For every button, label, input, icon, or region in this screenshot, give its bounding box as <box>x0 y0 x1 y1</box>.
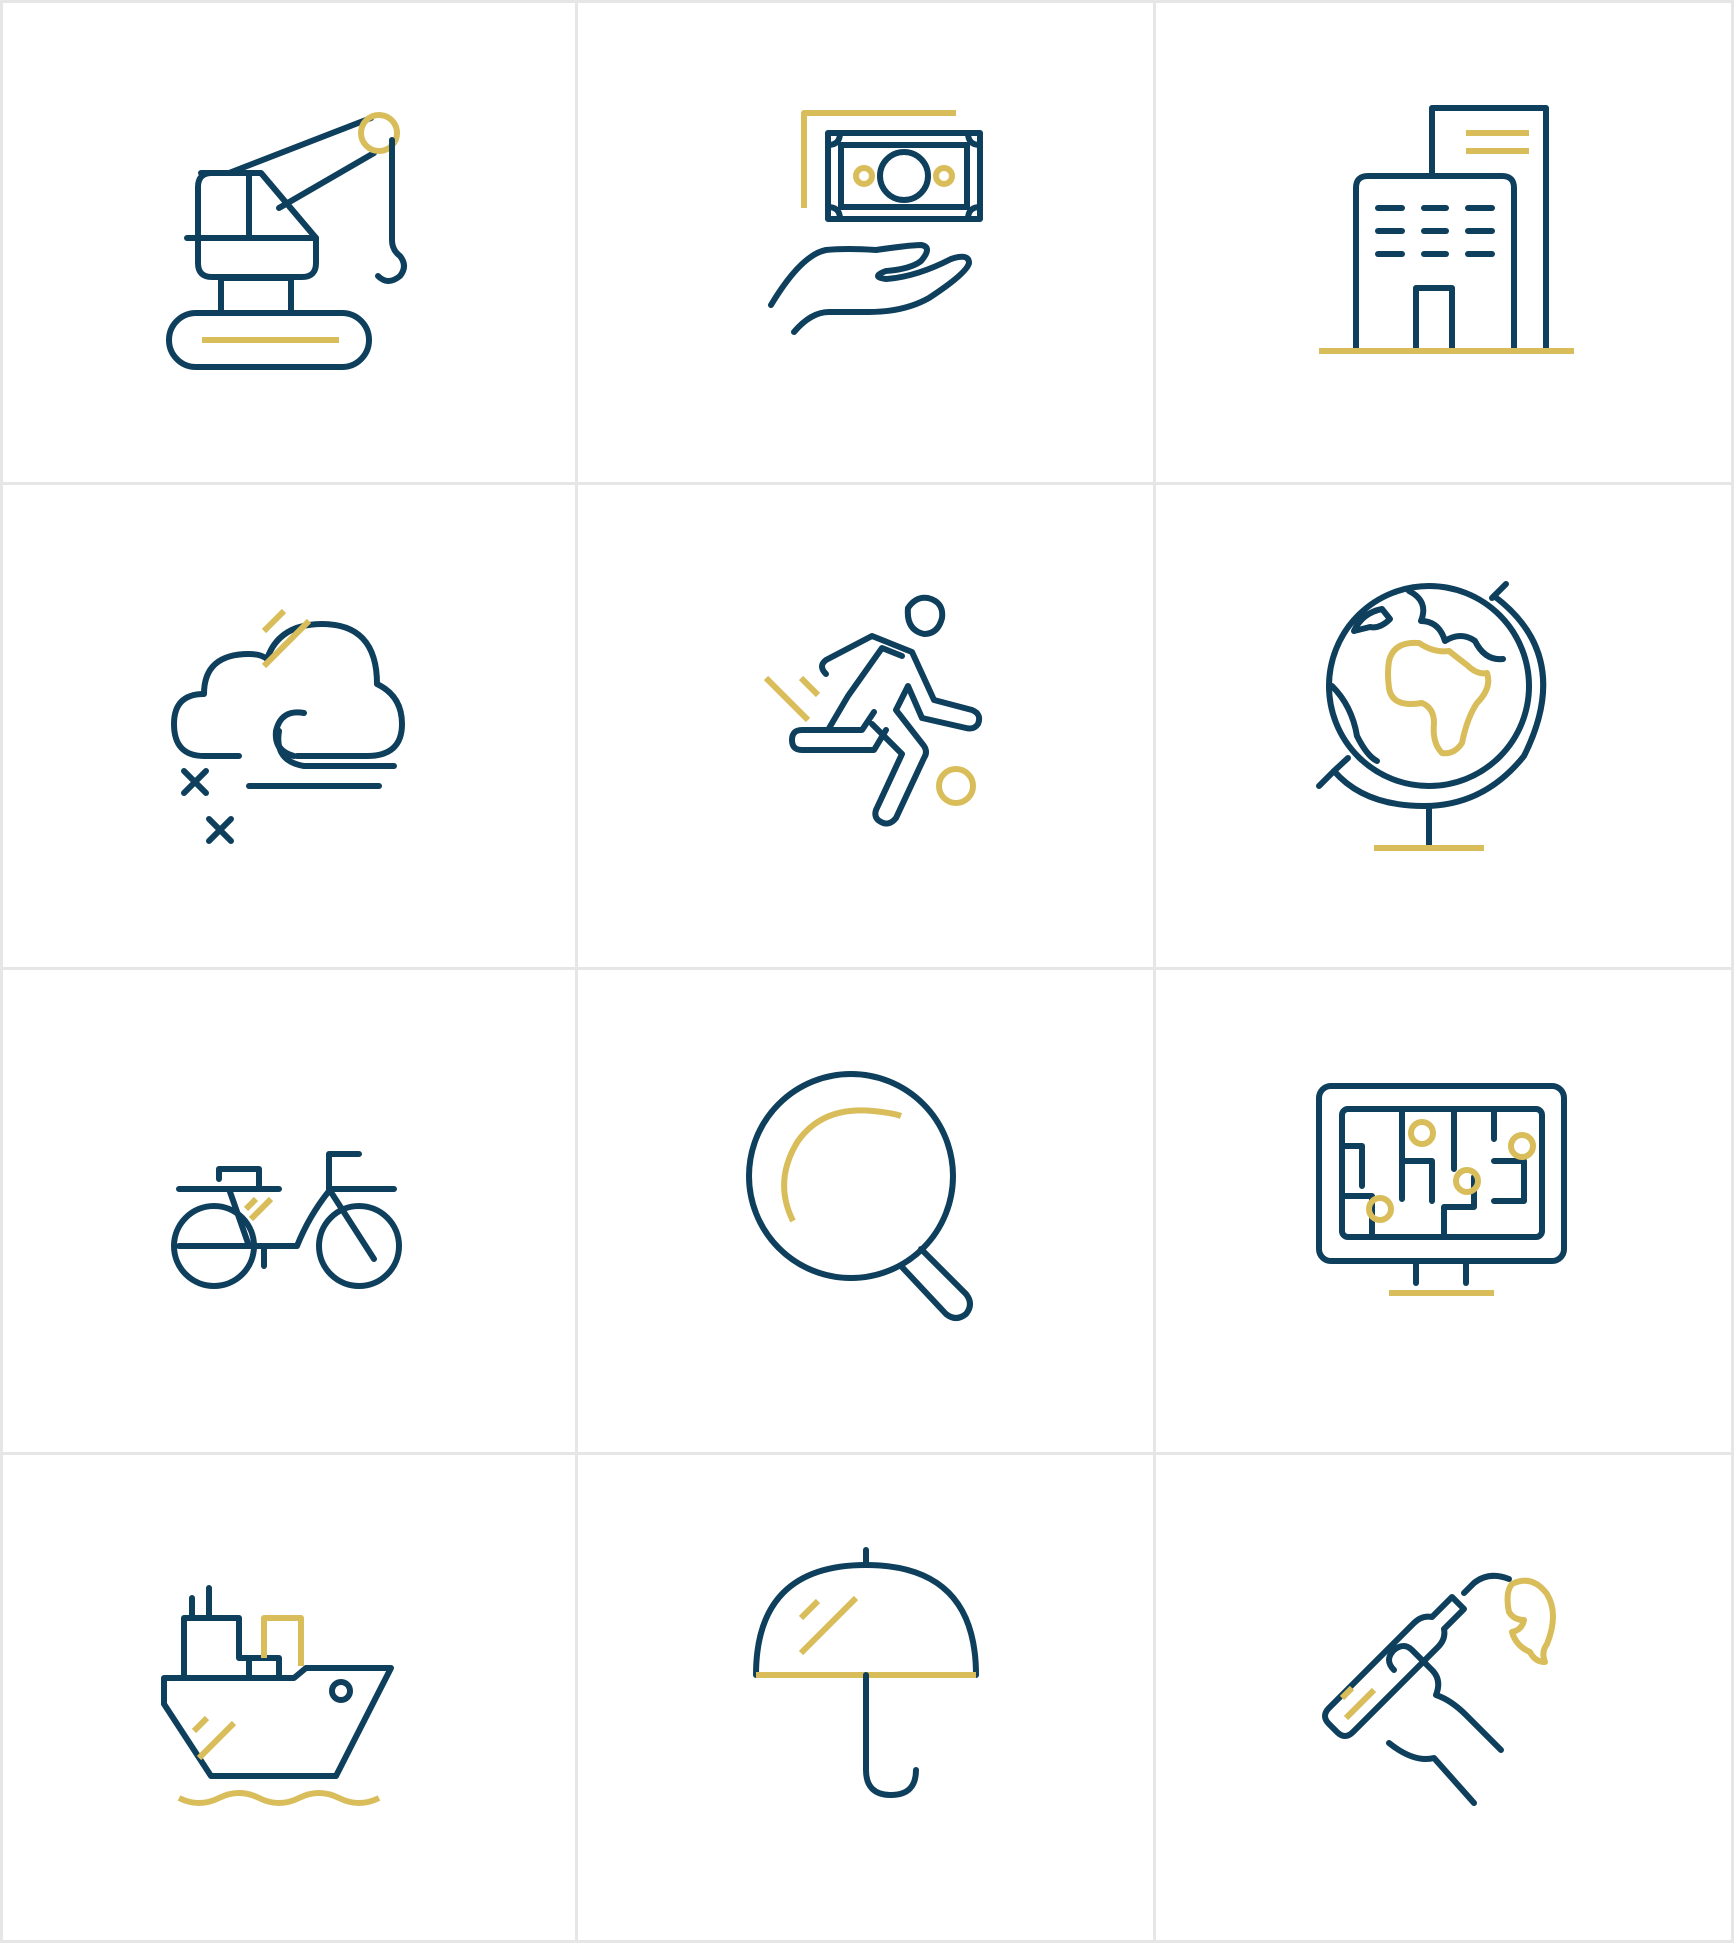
icon-cell <box>0 485 578 970</box>
running-person-icon <box>763 594 982 827</box>
icon-cell <box>578 0 1156 485</box>
motorcycle-icon <box>171 1151 402 1289</box>
icon-cell <box>1156 970 1734 1455</box>
monitor-map-icon <box>1315 1083 1567 1296</box>
office-building-icon <box>1318 104 1574 354</box>
umbrella-icon <box>752 1546 979 1798</box>
icon-grid <box>0 0 1734 1943</box>
icon-cell <box>578 485 1156 970</box>
globe-icon <box>1315 581 1546 851</box>
icon-cell <box>1156 1455 1734 1943</box>
broken-bottle-icon <box>1321 1572 1556 1806</box>
storm-cloud-icon <box>171 608 405 844</box>
crane-icon <box>166 111 407 370</box>
icon-cell <box>578 970 1156 1455</box>
cargo-ship-icon <box>161 1584 394 1806</box>
icon-cell <box>0 970 578 1455</box>
icon-cell <box>1156 0 1734 485</box>
money-in-hand-icon <box>767 109 983 335</box>
icon-cell <box>578 1455 1156 1943</box>
icon-cell <box>0 0 578 485</box>
icon-cell <box>1156 485 1734 970</box>
icon-cell <box>0 1455 578 1943</box>
magnifying-glass-icon <box>745 1071 973 1321</box>
